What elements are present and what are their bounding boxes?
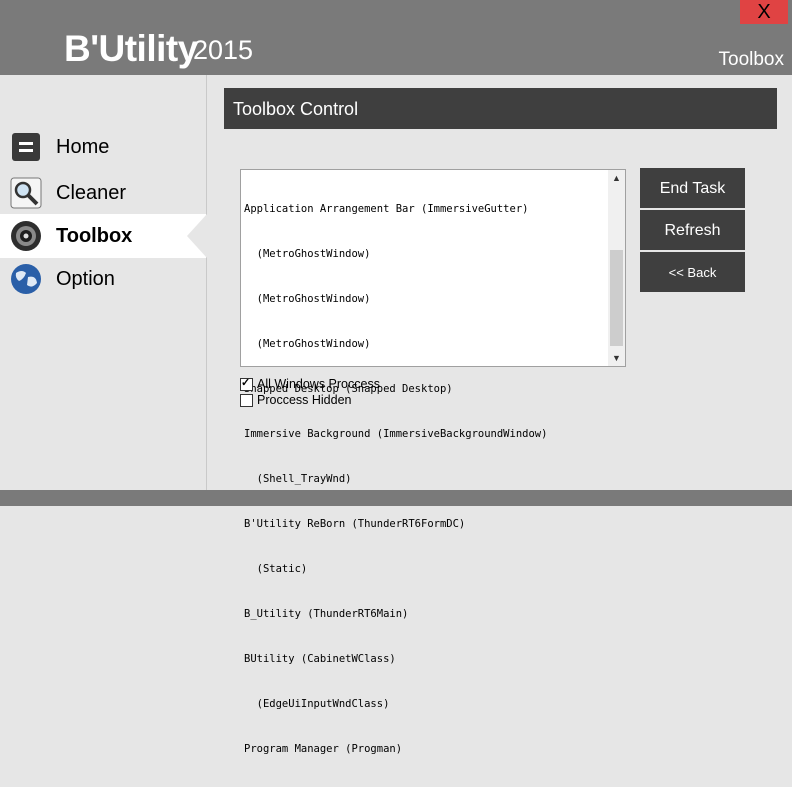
main-content: Toolbox Control Application Arrangement … xyxy=(207,75,792,755)
sidebar-item-toolbox[interactable]: Toolbox xyxy=(0,214,207,258)
list-item[interactable]: Application Arrangement Bar (ImmersiveGu… xyxy=(244,202,607,217)
all-windows-option[interactable]: All Windows Proccess xyxy=(240,376,380,392)
magnifier-icon xyxy=(10,177,42,209)
active-indicator xyxy=(187,214,207,258)
all-windows-checkbox[interactable] xyxy=(240,376,253,391)
globe-icon xyxy=(11,264,41,294)
panel-header: Toolbox Control xyxy=(224,88,777,129)
hidden-label: Proccess Hidden xyxy=(257,393,352,407)
sidebar-item-label: Home xyxy=(56,136,110,158)
list-item[interactable]: (Shell_TrayWnd) xyxy=(244,472,607,487)
toolbox-icon xyxy=(11,221,41,251)
sidebar-item-label: Toolbox xyxy=(56,225,133,247)
close-button[interactable]: X xyxy=(740,0,788,24)
status-bar xyxy=(0,490,792,506)
end-task-button[interactable]: End Task xyxy=(640,168,745,208)
app-year: 2015 xyxy=(193,35,254,65)
list-item[interactable]: (MetroGhostWindow) xyxy=(244,337,607,352)
title-bar: B'Utility 2015 Toolbox X xyxy=(0,0,792,75)
hidden-option[interactable]: Proccess Hidden xyxy=(240,392,380,408)
panel-title: Toolbox Control xyxy=(233,99,359,119)
list-item[interactable]: Program Manager (Progman) xyxy=(244,742,607,757)
scroll-thumb[interactable] xyxy=(610,250,623,346)
sidebar-item-label: Option xyxy=(56,268,115,290)
list-item[interactable]: (MetroGhostWindow) xyxy=(244,247,607,262)
process-list: Application Arrangement Bar (ImmersiveGu… xyxy=(244,172,607,787)
scroll-up-icon[interactable]: ▲ xyxy=(608,170,625,186)
process-listbox[interactable]: Application Arrangement Bar (ImmersiveGu… xyxy=(240,169,626,755)
sidebar-item-label: Cleaner xyxy=(56,182,127,204)
list-item[interactable]: (EdgeUiInputWndClass) xyxy=(244,697,607,712)
sidebar: Home Cleaner Toolbox Option xyxy=(0,75,207,490)
list-item[interactable]: (MetroGhostWindow) xyxy=(244,292,607,307)
sidebar-item-cleaner[interactable]: Cleaner xyxy=(0,171,206,215)
sidebar-item-home[interactable]: Home xyxy=(0,125,206,169)
sidebar-item-option[interactable]: Option xyxy=(0,257,206,301)
list-scrollbar[interactable]: ▲ ▼ xyxy=(608,170,625,366)
options-group: All Windows Proccess Proccess Hidden xyxy=(240,376,380,408)
action-buttons: End Task Refresh << Back xyxy=(640,168,745,294)
list-item[interactable]: B_Utility (ThunderRT6Main) xyxy=(244,607,607,622)
home-icon xyxy=(12,133,40,161)
scroll-down-icon[interactable]: ▼ xyxy=(608,350,625,366)
all-windows-label: All Windows Proccess xyxy=(257,377,380,391)
app-title: B'Utility xyxy=(64,28,198,69)
list-item[interactable]: BUtility (CabinetWClass) xyxy=(244,652,607,667)
refresh-button[interactable]: Refresh xyxy=(640,210,745,250)
list-item[interactable]: (Static) xyxy=(244,562,607,577)
list-item[interactable]: Immersive Background (ImmersiveBackgroun… xyxy=(244,427,607,442)
back-button[interactable]: << Back xyxy=(640,252,745,292)
list-item[interactable]: B'Utility ReBorn (ThunderRT6FormDC) xyxy=(244,517,607,532)
current-section-label: Toolbox xyxy=(718,49,785,70)
hidden-checkbox[interactable] xyxy=(240,393,253,407)
